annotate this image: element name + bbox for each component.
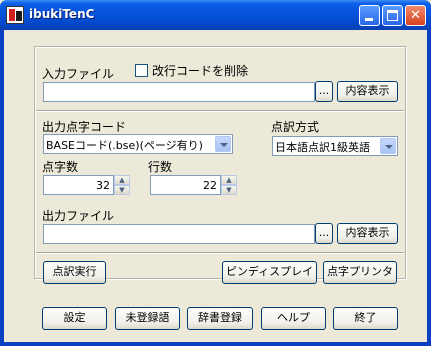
input-view-label: 内容表示 [345,84,390,97]
help-label: ヘルプ [277,311,310,324]
output-braille-code-select[interactable]: BASEコード(.bse)(ページ有り) [43,134,233,154]
close-button[interactable]: ✕ [405,5,426,26]
output-file-field[interactable] [43,224,315,244]
exit-label: 終了 [354,311,377,324]
title-bar[interactable]: ibukiTenC ✕ [0,0,431,30]
chars-per-line-label: 点字数 [42,160,79,174]
input-file-input[interactable] [44,83,314,101]
exit-button[interactable]: 終了 [333,307,398,330]
output-braille-code-label: 出力点字コード [42,120,127,134]
braille-printer-label: 点字プリンタ [327,265,393,278]
pin-display-button[interactable]: ピンディスプレイ [222,261,317,284]
app-icon[interactable] [6,6,24,24]
remove-linebreak-checkbox[interactable] [135,64,148,77]
lines-per-page-input[interactable] [151,176,220,194]
execute-braille-button[interactable]: 点訳実行 [43,261,106,284]
spin-up-icon[interactable]: ▲ [114,175,130,185]
input-view-button[interactable]: 内容表示 [337,81,398,102]
input-file-field[interactable] [43,82,315,102]
lines-per-page-spinner[interactable]: ▲ ▼ [221,175,237,195]
chars-per-line-field[interactable] [43,175,114,195]
minimize-icon [365,18,373,21]
chevron-down-icon[interactable] [215,136,231,152]
help-button[interactable]: ヘルプ [261,307,326,330]
braille-method-value: 日本語点訳1級英語 [275,141,370,154]
braille-method-select[interactable]: 日本語点訳1級英語 [272,136,398,156]
section-divider-2 [36,252,404,254]
input-browse-button[interactable]: ... [315,81,333,102]
chars-per-line-input[interactable] [44,176,113,194]
output-view-button[interactable]: 内容表示 [337,223,398,244]
output-file-label: 出力ファイル [42,209,115,223]
braille-printer-button[interactable]: 点字プリンタ [323,261,397,284]
output-browse-label: ... [318,226,330,239]
window-title: ibukiTenC [29,7,95,21]
input-file-label: 入力ファイル [42,67,115,81]
spin-up-icon[interactable]: ▲ [221,175,237,185]
execute-braille-label: 点訳実行 [52,265,97,278]
input-browse-label: ... [318,84,330,97]
output-braille-code-value: BASEコード(.bse)(ページ有り) [46,139,203,152]
output-view-label: 内容表示 [345,226,390,239]
chars-per-line-spinner[interactable]: ▲ ▼ [114,175,130,195]
pin-display-label: ピンディスプレイ [225,265,314,278]
remove-linebreak-label: 改行コードを削除 [152,64,249,78]
lines-per-page-field[interactable] [150,175,221,195]
app-window: ibukiTenC ✕ 入力ファイル 改行コードを削除 ... 内容表示 出力点… [0,0,431,346]
chevron-down-icon[interactable] [380,138,396,154]
dictionary-register-button[interactable]: 辞書登録 [187,307,253,330]
braille-method-label: 点訳方式 [271,120,320,134]
unregistered-words-label: 未登録語 [125,311,170,324]
minimize-button[interactable] [359,5,380,26]
section-divider-1 [36,110,404,112]
dictionary-register-label: 辞書登録 [198,311,242,324]
unregistered-words-button[interactable]: 未登録語 [115,307,180,330]
maximize-button[interactable] [382,5,403,26]
lines-per-page-label: 行数 [148,160,173,174]
output-browse-button[interactable]: ... [315,223,333,244]
client-area: 入力ファイル 改行コードを削除 ... 内容表示 出力点字コード BASEコード… [4,30,427,342]
output-file-input[interactable] [44,225,314,243]
settings-button[interactable]: 設定 [42,307,107,330]
settings-label: 設定 [63,311,86,324]
close-icon: ✕ [410,8,421,23]
maximize-icon [387,10,398,21]
spin-down-icon[interactable]: ▼ [114,185,130,195]
spin-down-icon[interactable]: ▼ [221,185,237,195]
